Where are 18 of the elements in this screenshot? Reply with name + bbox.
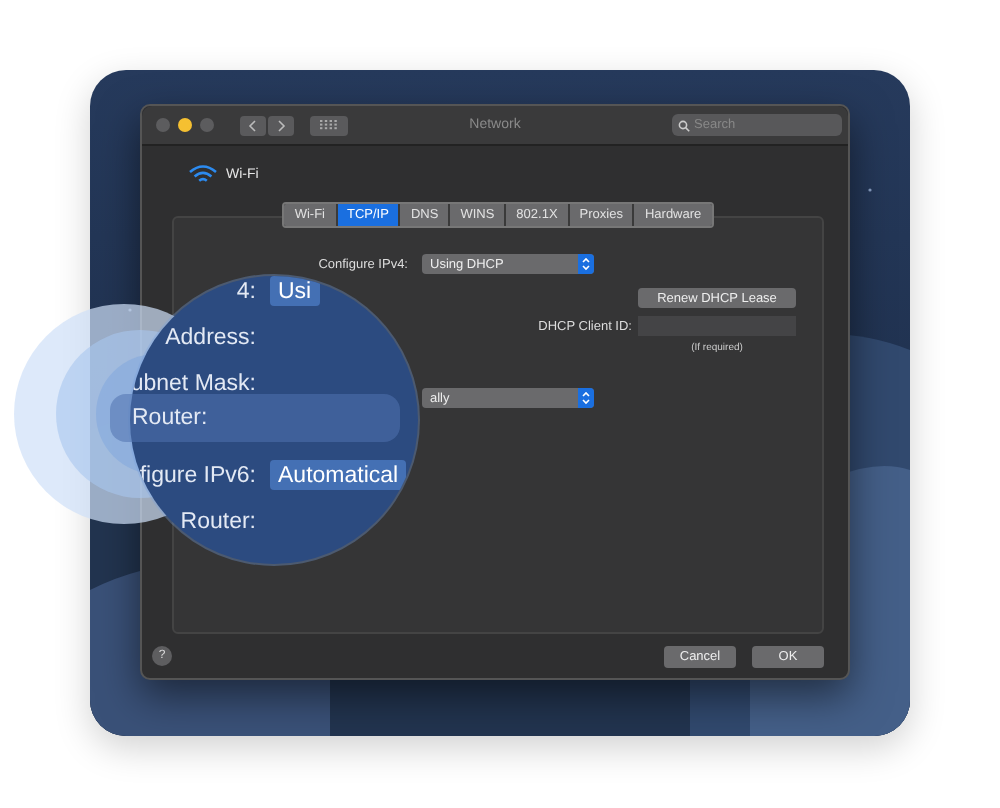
show-all-button[interactable] <box>310 115 348 135</box>
grid-icon <box>320 120 338 130</box>
popup-button[interactable]: Automatical <box>270 460 407 490</box>
field-label: Address: <box>163 325 256 349</box>
minimize-button[interactable] <box>178 118 192 132</box>
back-icon <box>248 119 258 131</box>
highlighted-label: Router: <box>110 394 400 442</box>
popup-button[interactable]: Usi <box>270 276 320 306</box>
stepper-icon <box>578 254 594 274</box>
field-label: 4: <box>234 279 256 303</box>
stepper-icon <box>578 388 594 408</box>
search-icon <box>678 119 690 131</box>
wifi-icon <box>188 163 218 185</box>
forward-button[interactable] <box>268 115 294 135</box>
back-button[interactable] <box>240 115 266 135</box>
field-label: figure IPv6: <box>137 463 256 487</box>
forward-icon <box>276 119 286 131</box>
field-label: Router: <box>178 509 256 533</box>
